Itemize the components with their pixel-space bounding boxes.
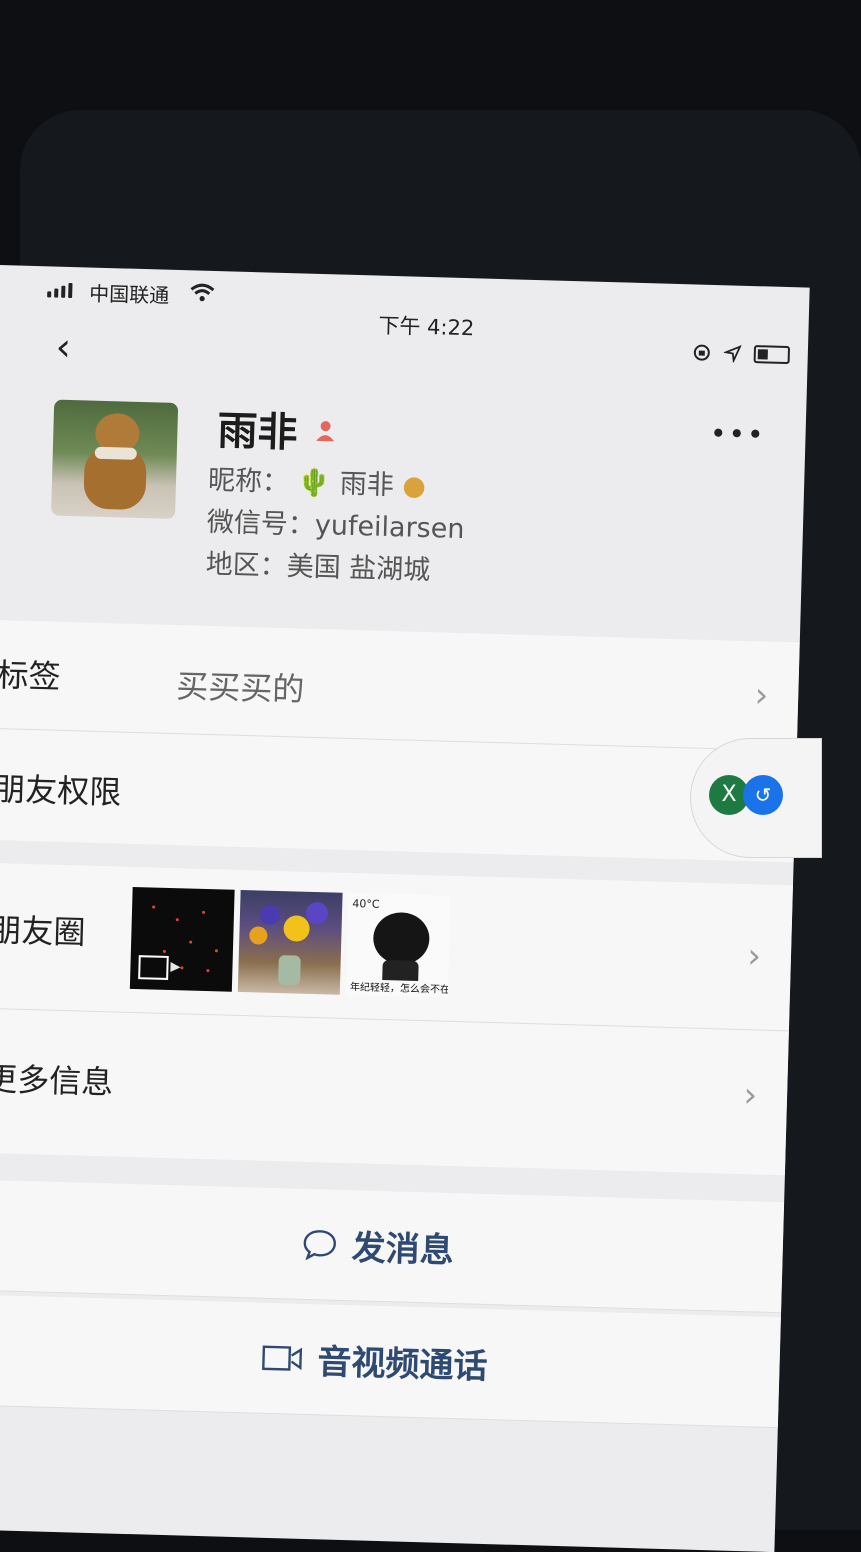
location-icon: [723, 345, 742, 363]
sticker-caption: 年纪轻轻，怎么会不在: [349, 982, 451, 996]
chevron-right-icon: ›: [746, 936, 762, 977]
region-line: 地区：美国 盐湖城: [205, 542, 431, 587]
wifi-icon: [190, 283, 215, 302]
moment-thumb-flowers[interactable]: [237, 889, 343, 995]
chevron-right-icon: ›: [754, 675, 769, 716]
video-camera-icon: [262, 1345, 303, 1371]
wechat-id-label: 微信号：: [206, 506, 316, 541]
nickname-label: 昵称：: [207, 464, 290, 499]
wechat-id-value: yufeilarsen: [314, 509, 465, 546]
region-label: 地区：: [205, 548, 288, 583]
sticker-top-text: 40°C: [352, 897, 380, 911]
more-info-label: 更多信息: [0, 1059, 114, 1102]
profile-header: 雨非 昵称： 🌵 雨非 ● 微信号：yufeilarsen 地区：美国 盐湖城: [0, 380, 806, 613]
profile-name: 雨非: [216, 408, 299, 457]
voice-video-call-label: 音视频通话: [316, 1342, 488, 1388]
voice-video-call-button[interactable]: 音视频通话: [0, 1294, 781, 1429]
back-button[interactable]: ‹: [55, 325, 86, 369]
pufferfish-icon: ●: [401, 470, 427, 502]
friend-permissions-row[interactable]: 朋友权限 ›: [0, 728, 797, 863]
female-icon: [316, 421, 335, 442]
moment-thumb-sticker[interactable]: 40°C 年纪轻轻，怎么会不在: [345, 892, 451, 998]
send-message-button[interactable]: 发消息: [0, 1179, 785, 1314]
moment-thumb-video[interactable]: [129, 886, 235, 992]
nickname-line: 昵称： 🌵 雨非 ●: [208, 458, 427, 503]
cactus-icon: 🌵: [297, 467, 332, 500]
moments-row[interactable]: 朋友圈 40°C 年纪轻轻，怎么会不在 ›: [0, 862, 793, 1032]
avatar[interactable]: [51, 399, 179, 519]
nickname-value: 雨非: [339, 468, 395, 502]
app-shortcut-icon[interactable]: ↺: [743, 775, 783, 815]
rotation-lock-icon: [693, 344, 710, 361]
friend-permissions-label: 朋友权限: [0, 770, 122, 812]
tags-label: 标签: [0, 656, 62, 696]
moments-section: 朋友圈 40°C 年纪轻轻，怎么会不在 › 更多信息 ›: [0, 862, 793, 1176]
status-icons: [692, 342, 791, 365]
more-info-row[interactable]: 更多信息 ›: [0, 1008, 789, 1176]
region-value: 美国 盐湖城: [286, 551, 431, 587]
wechat-id-line: 微信号：yufeilarsen: [206, 500, 465, 546]
tags-value: 买买买的: [175, 667, 305, 709]
signal-icon: [47, 282, 73, 299]
battery-icon: [753, 345, 791, 365]
screen: 中国联通 下午 4:22 ‹ ••• 雨非 昵称： 🌵 雨非 ● 微信号：yuf…: [0, 265, 810, 1552]
chat-bubble-icon: [303, 1229, 337, 1261]
send-message-label: 发消息: [351, 1228, 455, 1272]
carrier-label: 中国联通: [88, 281, 170, 308]
floating-window-ball[interactable]: X ↺: [690, 738, 822, 858]
tags-permissions-section: 标签 买买买的 › 朋友权限 ›: [0, 619, 800, 863]
video-icon: [138, 955, 169, 980]
moments-label: 朋友圈: [0, 910, 86, 952]
moments-thumbnails: 40°C 年纪轻轻，怎么会不在: [129, 886, 451, 998]
clock: 下午 4:22: [378, 313, 475, 341]
chevron-right-icon: ›: [742, 1075, 758, 1116]
